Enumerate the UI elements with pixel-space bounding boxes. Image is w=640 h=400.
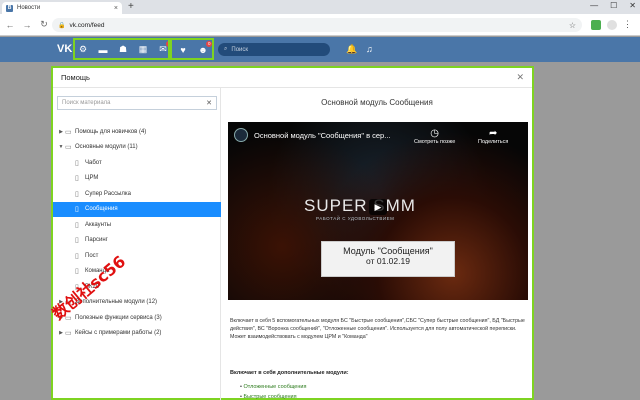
help-content: Основной модуль Сообщения Основной модул… (222, 88, 532, 400)
url-text: vk.com/feed (69, 21, 105, 29)
card-line-1: Модуль "Сообщения" (343, 246, 433, 256)
tree-item-label: Полезные функции сервиса (3) (75, 314, 162, 321)
module-description: Включает в себя 5 вспомогательных модуля… (230, 318, 525, 341)
lock-icon: 🔒 (58, 22, 66, 29)
document-icon: ▯ (75, 237, 79, 245)
reload-icon[interactable]: ↻ (37, 19, 51, 30)
video-brand: SUPER SMM (304, 196, 416, 215)
vk-header: VK ⚙ ▬ ☗ ▦ ✉ 0 ♥ ☻ 0 ⌕ Поиск 🔔 ♫ (0, 37, 640, 62)
close-icon[interactable]: ✕ (516, 72, 524, 83)
tree-item-label: Парсинг (85, 237, 108, 244)
close-tab-icon[interactable]: × (114, 5, 118, 12)
document-icon: ▯ (75, 206, 79, 214)
video-title[interactable]: Основной модуль "Сообщения" в сер... (254, 131, 390, 140)
content-title: Основной модуль Сообщения (321, 98, 433, 107)
card-line-2: от 01.02.19 (366, 256, 410, 266)
module-link[interactable]: Отложенные сообщения (240, 382, 306, 392)
maximize-icon[interactable]: ☐ (610, 1, 617, 10)
toolbar-highlight-2 (170, 38, 214, 60)
close-window-icon[interactable]: ✕ (629, 1, 636, 10)
tree-doc[interactable]: ▯ Чабот (53, 155, 221, 171)
browser-toolbar: ← → ↻ 🔒 vk.com/feed ☆ ⋮ (0, 14, 640, 36)
play-icon[interactable]: ▶ (369, 199, 387, 215)
share-label: Поделиться (478, 139, 509, 145)
watch-later-button[interactable]: ◷ Смотреть позже (414, 128, 455, 145)
forward-icon[interactable]: → (20, 20, 34, 30)
tree-item-label: Сообщения (85, 206, 118, 213)
back-icon[interactable]: ← (3, 20, 17, 30)
tree-doc[interactable]: ▯ ЦРМ (53, 171, 221, 187)
tree-doc[interactable]: ▯ Команда (53, 264, 221, 280)
video-player[interactable]: Основной модуль "Сообщения" в сер... ◷ С… (228, 122, 528, 300)
more-vert-icon[interactable]: ⋮ (623, 19, 632, 30)
address-bar[interactable]: 🔒 vk.com/feed ☆ (52, 18, 582, 32)
share-button[interactable]: ➦ Поделиться (478, 128, 508, 145)
minimize-icon[interactable]: — (590, 1, 598, 10)
tree-item-label: Чабот (85, 159, 102, 166)
material-search-placeholder: Поиск материала (62, 100, 111, 106)
window-controls: — ☐ ✕ (590, 1, 636, 10)
document-icon: ▯ (75, 175, 79, 183)
clear-search-icon[interactable]: ✕ (206, 99, 212, 107)
material-search-input[interactable]: Поиск материала ✕ (57, 96, 217, 110)
document-icon: ▯ (75, 221, 79, 229)
video-subtitle: РАБОТАЙ С УДОВОЛЬСТВИЕМ (316, 216, 395, 221)
help-sidebar: Поиск материала ✕ ▶ ▭ Помощь для новичков … (53, 88, 221, 400)
extension-icon[interactable] (591, 20, 601, 30)
chevron-down-icon[interactable]: ▼ (57, 144, 65, 150)
tree-item-label: Пост (85, 252, 99, 259)
tree-folder[interactable]: ▼ ▭ Основные модули (11) (53, 140, 221, 156)
included-modules-list: Отложенные сообщенияБыстрые сообщенияВор… (240, 382, 306, 400)
tree-doc[interactable]: ▯ Парсинг (53, 233, 221, 249)
search-icon: ⌕ (224, 46, 228, 52)
module-link[interactable]: Быстрые сообщения (240, 392, 306, 400)
document-icon: ▯ (75, 252, 79, 260)
vk-search-input[interactable]: ⌕ Поиск (218, 43, 330, 56)
watch-later-label: Смотреть позже (414, 139, 456, 145)
tree-item-label: Основные модули (11) (75, 144, 138, 151)
chevron-right-icon[interactable]: ▶ (57, 330, 65, 336)
tree-item-label: Помощь для новичков (4) (75, 128, 147, 135)
new-tab-button[interactable]: + (128, 2, 134, 12)
tree-item-label: Кейсы с примерами работы (2) (75, 330, 162, 337)
channel-avatar[interactable] (234, 128, 248, 142)
modal-header: Помощь ✕ (53, 68, 532, 88)
help-modal: Помощь ✕ Поиск материала ✕ ▶ ▭ Помощь для … (51, 66, 534, 400)
tree-item-label: ЦРМ (85, 175, 99, 182)
music-icon[interactable]: ♫ (366, 44, 373, 54)
vk-favicon-icon: B (6, 4, 13, 12)
tree-folder[interactable]: ▶ ▭ Полезные функции сервиса (3) (53, 310, 221, 326)
star-icon[interactable]: ☆ (569, 21, 576, 30)
bell-icon[interactable]: 🔔 (346, 44, 357, 55)
clock-icon: ◷ (430, 128, 440, 139)
share-icon: ➦ (488, 128, 498, 139)
modal-title: Помощь (61, 73, 90, 82)
tab-title: Новости (17, 5, 41, 11)
document-icon: ▯ (75, 190, 79, 198)
chevron-right-icon[interactable]: ▶ (57, 129, 65, 135)
video-title-card: Модуль "Сообщения" от 01.02.19 (321, 241, 455, 277)
folder-icon: ▭ (65, 330, 72, 338)
tree-doc[interactable]: ▯ Аккаунты (53, 217, 221, 233)
tree-folder[interactable]: ▶ ▭ Кейсы с примерами работы (2) (53, 326, 221, 342)
profile-icon[interactable] (607, 20, 617, 30)
document-icon: ▯ (75, 159, 79, 167)
tree-folder[interactable]: ▶ ▭ Помощь для новичков (4) (53, 124, 221, 140)
vk-search-placeholder: Поиск (231, 46, 249, 53)
folder-icon: ▭ (65, 128, 72, 136)
browser-tab[interactable]: B Новости × (2, 2, 122, 14)
folder-open-icon: ▭ (65, 144, 72, 152)
toolbar-highlight (73, 38, 170, 60)
vk-logo[interactable]: VK (57, 43, 72, 55)
tree-doc[interactable]: ▯ Пост (53, 248, 221, 264)
browser-tabstrip: B Новости × + — ☐ ✕ (0, 0, 640, 14)
tree-doc[interactable]: ▯ Супер Рассылка (53, 186, 221, 202)
includes-label: Включает в себя дополнительные модули: (230, 370, 349, 376)
tree-item-label: Аккаунты (85, 221, 112, 228)
tree-item-label: Супер Рассылка (85, 190, 131, 197)
tree-doc[interactable]: ▯ Сообщения (53, 201, 221, 217)
